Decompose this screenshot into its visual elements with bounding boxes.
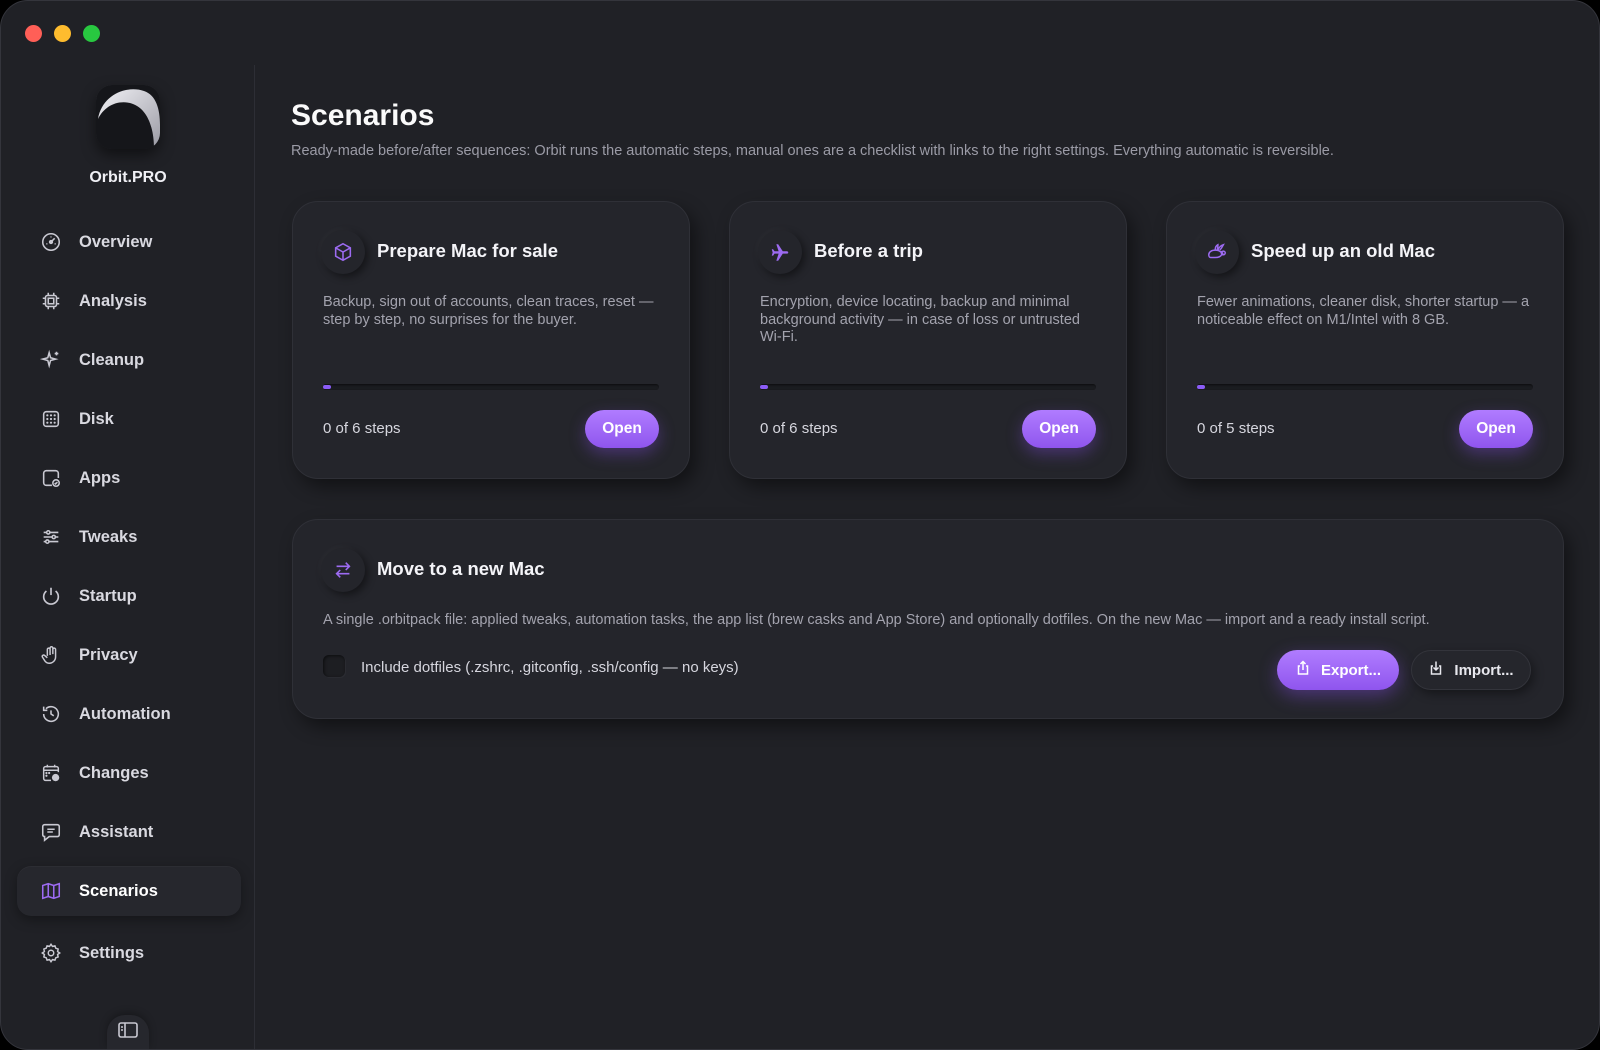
sidebar-item-privacy[interactable]: Privacy: [17, 630, 241, 680]
import-button[interactable]: Import...: [1411, 650, 1531, 690]
sidebar-toggle-button[interactable]: [107, 1015, 149, 1049]
gauge-icon: [39, 230, 63, 254]
close-window-button[interactable]: [25, 25, 42, 42]
sidebar-item-startup[interactable]: Startup: [17, 571, 241, 621]
package-icon: [321, 230, 365, 274]
window-controls: [25, 25, 100, 42]
sidebar-item-analysis[interactable]: Analysis: [17, 276, 241, 326]
sidebar-item-assistant[interactable]: Assistant: [17, 807, 241, 857]
share-icon: [1295, 660, 1311, 680]
gear-icon: [39, 941, 63, 965]
sidebar-item-label: Scenarios: [79, 881, 158, 900]
hand-icon: [39, 643, 63, 667]
sidebar-item-apps[interactable]: Apps: [17, 453, 241, 503]
sidebar-item-overview[interactable]: Overview: [17, 217, 241, 267]
sidebar-item-label: Assistant: [79, 822, 154, 841]
scenario-description: Backup, sign out of accounts, clean trac…: [323, 294, 654, 328]
sidebar-item-label: Changes: [79, 763, 149, 782]
sidebar-item-label: Privacy: [79, 645, 138, 664]
sidebar-item-label: Tweaks: [79, 527, 138, 546]
open-button[interactable]: Open: [1459, 410, 1533, 448]
page-title: Scenarios: [291, 99, 435, 132]
open-button[interactable]: Open: [585, 410, 659, 448]
progress-fill: [1197, 385, 1205, 389]
scenario-card-speed-up: Speed up an old Mac Fewer animations, cl…: [1166, 201, 1564, 479]
move-to-new-mac-card: Move to a new Mac A single .orbitpack fi…: [292, 519, 1564, 719]
page-subtitle: Ready-made before/after sequences: Orbit…: [291, 143, 1334, 159]
rabbit-icon: [1195, 230, 1239, 274]
import-icon: [1428, 660, 1444, 680]
scenario-title: Prepare Mac for sale: [377, 240, 558, 261]
sidebar-item-label: Startup: [79, 586, 137, 605]
sidebar-item-label: Overview: [79, 232, 153, 251]
sidebar-item-label: Automation: [79, 704, 171, 723]
progress-fill: [323, 385, 331, 389]
scenario-description: Encryption, device locating, backup and …: [760, 294, 1080, 345]
sidebar-toggle-icon: [118, 1021, 138, 1043]
scenario-progress-bar: [1197, 384, 1533, 390]
sparkles-icon: [39, 348, 63, 372]
export-button[interactable]: Export...: [1277, 650, 1399, 690]
scenario-description: Fewer animations, cleaner disk, shorter …: [1197, 294, 1530, 328]
scenario-steps-count: 0 of 6 steps: [760, 420, 838, 437]
include-dotfiles-label: Include dotfiles (.zshrc, .gitconfig, .s…: [361, 659, 739, 676]
scenario-progress-bar: [323, 384, 659, 390]
scenario-steps-count: 0 of 5 steps: [1197, 420, 1275, 437]
scenario-title: Speed up an old Mac: [1251, 240, 1435, 261]
scenario-card-prepare-sale: Prepare Mac for sale Backup, sign out of…: [292, 201, 690, 479]
minimize-window-button[interactable]: [54, 25, 71, 42]
sidebar-item-disk[interactable]: Disk: [17, 394, 241, 444]
history-icon: [39, 702, 63, 726]
sidebar-item-label: Apps: [79, 468, 121, 487]
export-label: Export...: [1320, 661, 1381, 679]
calendar-clock-icon: [39, 761, 63, 785]
move-title: Move to a new Mac: [377, 558, 545, 579]
map-icon: [39, 879, 63, 903]
sidebar-item-label: Cleanup: [79, 350, 145, 369]
airplane-icon: [758, 230, 802, 274]
main-content: Scenarios Ready-made before/after sequen…: [291, 99, 1571, 159]
scenario-title: Before a trip: [814, 240, 923, 261]
import-label: Import...: [1454, 661, 1514, 679]
sidebar-item-automation[interactable]: Automation: [17, 689, 241, 739]
zoom-window-button[interactable]: [83, 25, 100, 42]
app-logo: [96, 85, 160, 149]
app-name: Orbit.PRO: [89, 169, 167, 186]
sidebar-item-label: Analysis: [79, 291, 147, 310]
chip-icon: [39, 289, 63, 313]
transfer-arrows-icon: [321, 548, 365, 592]
move-description: A single .orbitpack file: applied tweaks…: [323, 612, 1430, 628]
app-window: Orbit.PRO Overview Analysis Cleanup Disk…: [0, 0, 1600, 1050]
chat-icon: [39, 820, 63, 844]
open-button[interactable]: Open: [1022, 410, 1096, 448]
grid-icon: [39, 407, 63, 431]
progress-fill: [760, 385, 768, 389]
scenario-progress-bar: [760, 384, 1096, 390]
sidebar-item-label: Settings: [79, 943, 145, 962]
sidebar-item-scenarios[interactable]: Scenarios: [17, 866, 241, 916]
sidebar-item-settings[interactable]: Settings: [17, 928, 241, 978]
sidebar: Orbit.PRO Overview Analysis Cleanup Disk…: [1, 65, 255, 1049]
sidebar-item-cleanup[interactable]: Cleanup: [17, 335, 241, 385]
scenario-steps-count: 0 of 6 steps: [323, 420, 401, 437]
sidebar-item-tweaks[interactable]: Tweaks: [17, 512, 241, 562]
power-icon: [39, 584, 63, 608]
scenario-card-before-trip: Before a trip Encryption, device locatin…: [729, 201, 1127, 479]
include-dotfiles-checkbox[interactable]: [323, 655, 345, 677]
app-check-icon: [39, 466, 63, 490]
sidebar-item-changes[interactable]: Changes: [17, 748, 241, 798]
sliders-icon: [39, 525, 63, 549]
sidebar-item-label: Disk: [79, 409, 114, 428]
